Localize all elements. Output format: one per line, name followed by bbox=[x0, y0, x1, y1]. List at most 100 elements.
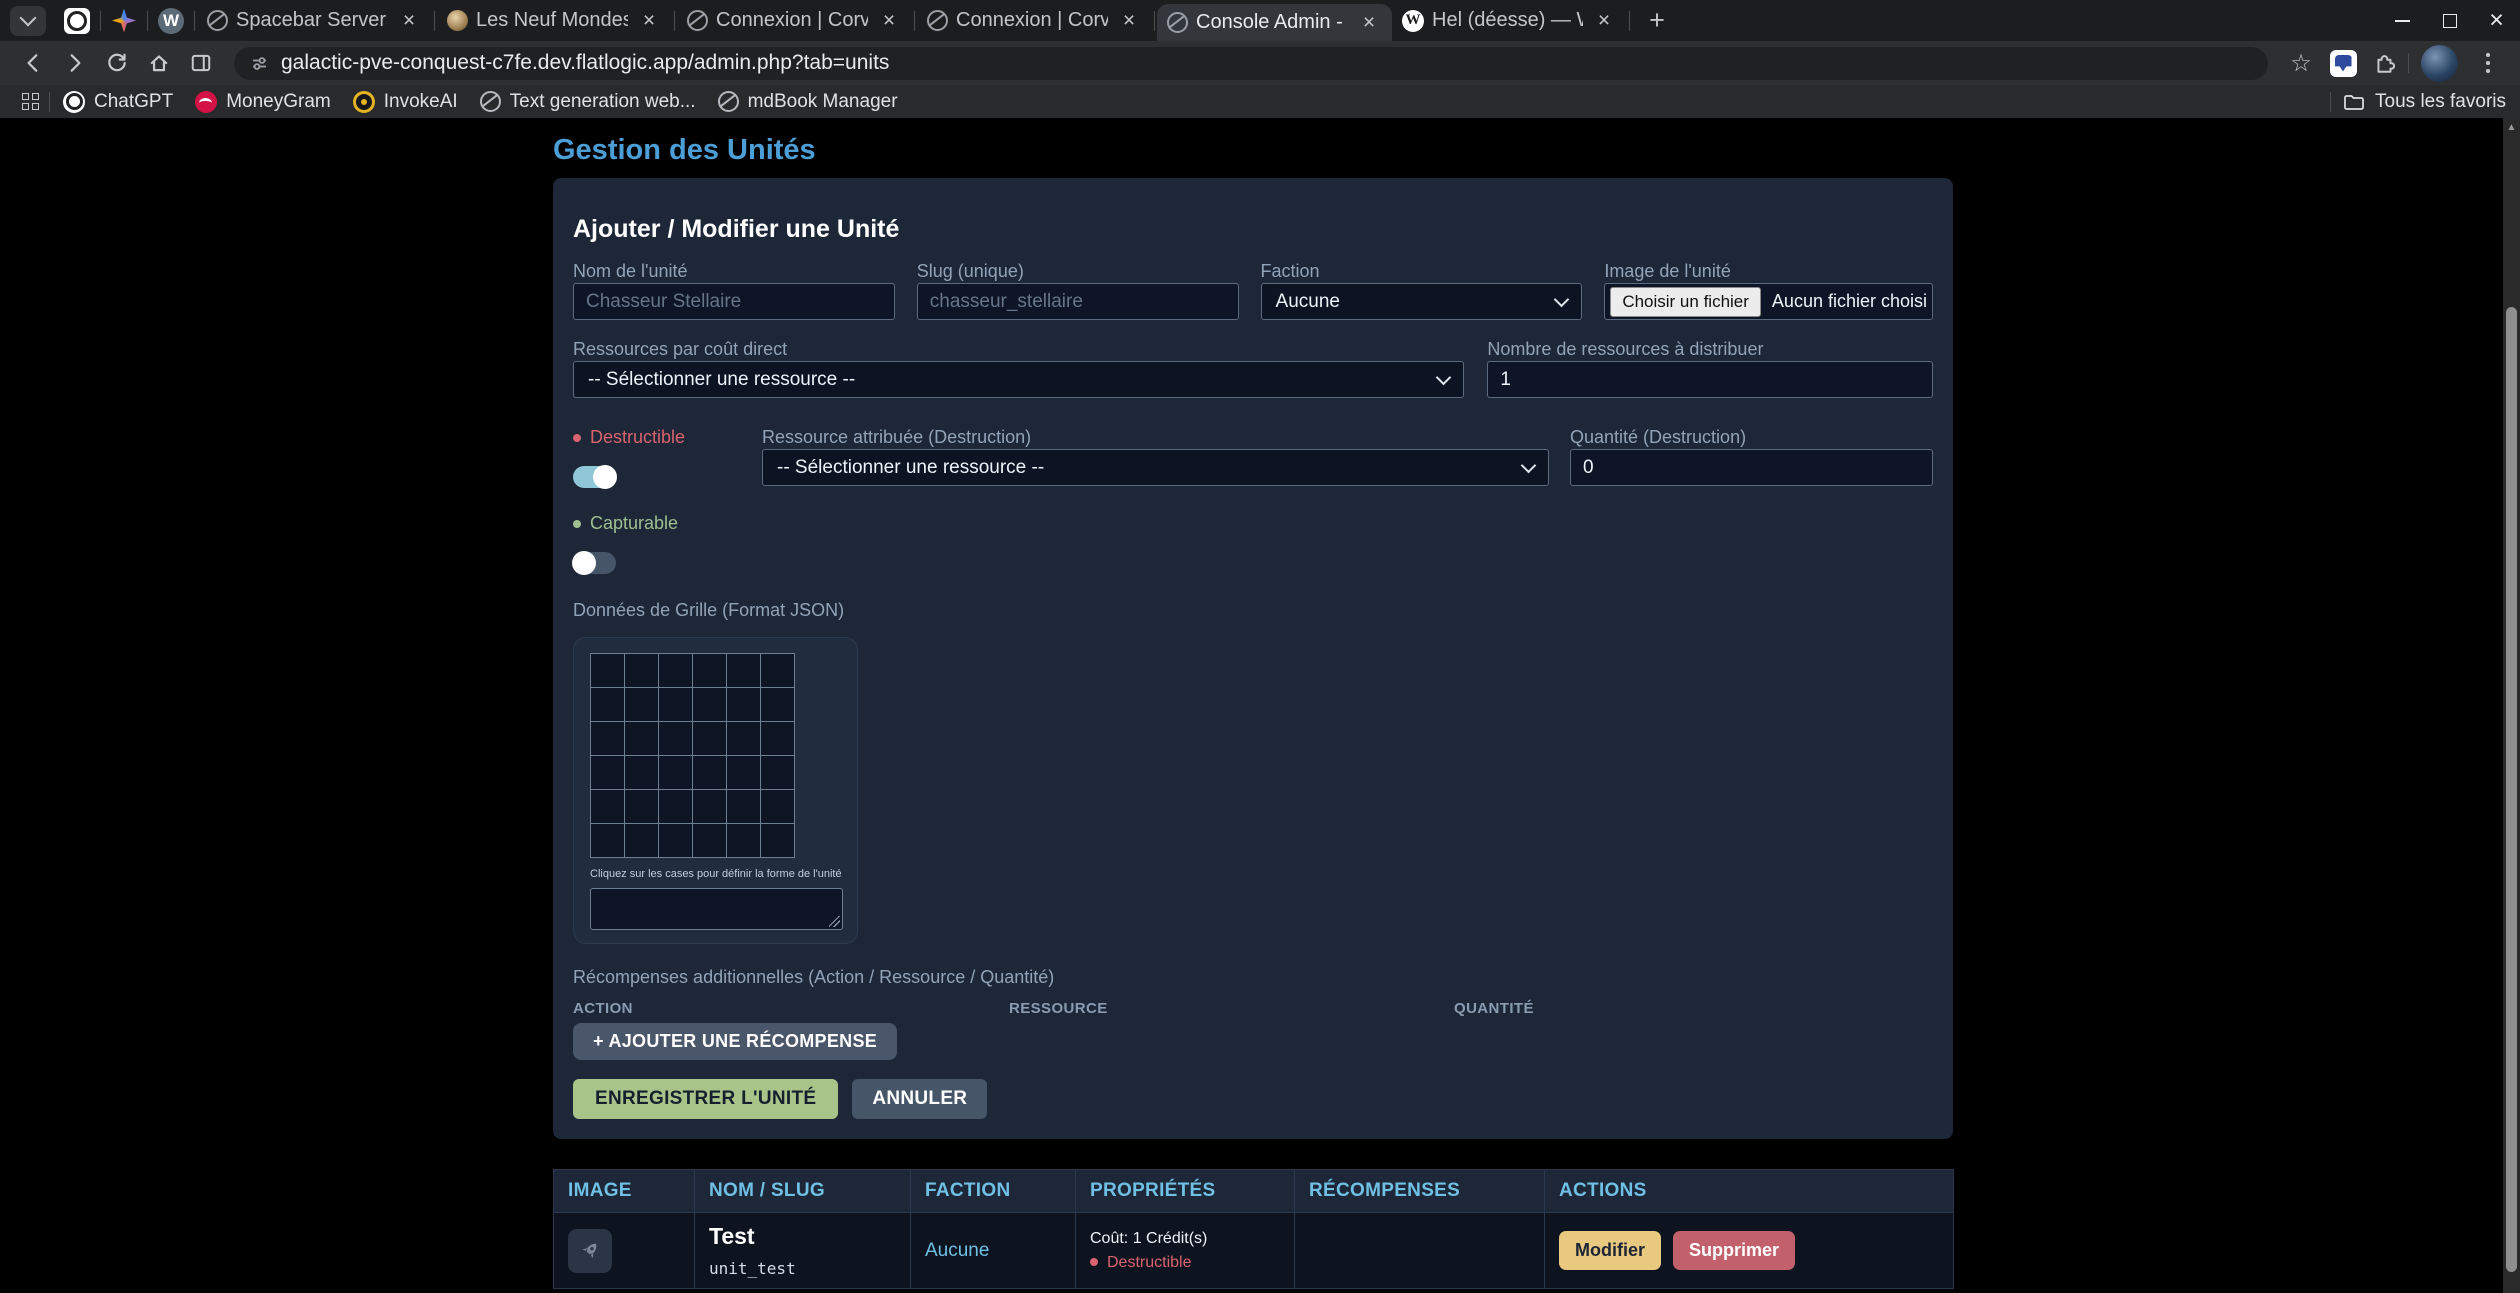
grid-cell[interactable] bbox=[625, 722, 659, 756]
bookmark-moneygram[interactable]: MoneyGram bbox=[184, 91, 342, 113]
scrollbar-thumb[interactable] bbox=[2506, 307, 2517, 1272]
grid-cell[interactable] bbox=[625, 688, 659, 722]
grid-cell[interactable] bbox=[693, 756, 727, 790]
tab-neuf-mondes[interactable]: Les Neuf Mondes de la Mytholo × bbox=[437, 0, 672, 41]
grid-cell[interactable] bbox=[727, 688, 761, 722]
cost-count-input[interactable] bbox=[1487, 361, 1933, 398]
maximize-button[interactable] bbox=[2426, 0, 2473, 41]
destructible-toggle[interactable] bbox=[573, 466, 616, 488]
close-icon[interactable]: × bbox=[396, 8, 422, 34]
back-button[interactable] bbox=[12, 44, 54, 82]
grid-cell[interactable] bbox=[591, 756, 625, 790]
grid-cell[interactable] bbox=[761, 790, 795, 824]
grid-cell[interactable] bbox=[659, 790, 693, 824]
all-bookmarks[interactable]: Tous les favoris bbox=[2328, 91, 2506, 113]
grid-cell[interactable] bbox=[659, 824, 693, 858]
grid-cell[interactable] bbox=[727, 824, 761, 858]
grid-cell[interactable] bbox=[761, 688, 795, 722]
tab-connexion-corvara-2[interactable]: Connexion | Corvara × bbox=[917, 0, 1152, 41]
grid-cell[interactable] bbox=[761, 654, 795, 688]
capturable-toggle[interactable] bbox=[573, 552, 616, 574]
grid-cell[interactable] bbox=[591, 688, 625, 722]
url-text[interactable]: galactic-pve-conquest-c7fe.dev.flatlogic… bbox=[281, 51, 889, 75]
grid-cell[interactable] bbox=[693, 824, 727, 858]
grid-cell[interactable] bbox=[761, 756, 795, 790]
cost-resource-select[interactable]: -- Sélectionner une ressource -- bbox=[573, 361, 1464, 398]
bookmark-star-button[interactable]: ☆ bbox=[2280, 44, 2322, 82]
grid-cell[interactable] bbox=[625, 790, 659, 824]
save-unit-button[interactable]: ENREGISTRER L'UNITÉ bbox=[573, 1079, 838, 1119]
pinned-tab-gemini[interactable] bbox=[109, 6, 139, 36]
grid-cell[interactable] bbox=[625, 756, 659, 790]
site-info-icon[interactable] bbox=[250, 54, 269, 73]
bookmark-chatgpt[interactable]: ChatGPT bbox=[52, 91, 184, 113]
tab-hel-wikipedia[interactable]: W Hel (déesse) — Wikipédia × bbox=[1392, 0, 1627, 41]
tab-search-button[interactable] bbox=[10, 6, 46, 36]
side-panel-button[interactable] bbox=[180, 44, 222, 82]
grid-cell[interactable] bbox=[591, 790, 625, 824]
grid-cell[interactable] bbox=[727, 722, 761, 756]
reload-button[interactable] bbox=[96, 44, 138, 82]
grid-json-textarea[interactable] bbox=[590, 888, 843, 930]
close-icon[interactable]: × bbox=[1116, 8, 1142, 34]
grid-cell[interactable] bbox=[693, 688, 727, 722]
pinned-tab-wordpress[interactable]: W bbox=[156, 6, 186, 36]
new-tab-button[interactable]: + bbox=[1640, 4, 1674, 38]
resize-grip-icon[interactable] bbox=[829, 916, 840, 927]
close-icon[interactable]: × bbox=[636, 8, 662, 34]
browser-menu-button[interactable] bbox=[2468, 53, 2508, 73]
edit-unit-button[interactable]: Modifier bbox=[1559, 1231, 1661, 1270]
extensions-button[interactable] bbox=[2364, 44, 2406, 82]
grid-cell[interactable] bbox=[727, 654, 761, 688]
grid-cell[interactable] bbox=[693, 722, 727, 756]
grid-cell[interactable] bbox=[727, 756, 761, 790]
add-reward-button[interactable]: + AJOUTER UNE RÉCOMPENSE bbox=[573, 1023, 897, 1060]
grid-cell[interactable] bbox=[693, 654, 727, 688]
grid-cell[interactable] bbox=[659, 654, 693, 688]
tab-spacebar-server[interactable]: Spacebar Server × bbox=[197, 0, 432, 41]
field-destructible: Destructible bbox=[573, 427, 741, 488]
cancel-button[interactable]: ANNULER bbox=[852, 1079, 987, 1119]
close-icon[interactable]: × bbox=[876, 8, 902, 34]
grid-cell[interactable] bbox=[761, 722, 795, 756]
grid-cell[interactable] bbox=[693, 790, 727, 824]
unit-name-input[interactable] bbox=[573, 283, 895, 320]
tab-console-admin-nexus[interactable]: Console Admin - Nexus × bbox=[1157, 4, 1392, 41]
address-bar[interactable]: galactic-pve-conquest-c7fe.dev.flatlogic… bbox=[234, 47, 2268, 80]
grid-cell[interactable] bbox=[625, 824, 659, 858]
minimize-icon bbox=[2395, 20, 2410, 22]
grid-cell[interactable] bbox=[659, 756, 693, 790]
grid-cell[interactable] bbox=[659, 722, 693, 756]
grid-cell[interactable] bbox=[591, 654, 625, 688]
toolbar-right: ☆ bbox=[2280, 44, 2508, 82]
grid-cell[interactable] bbox=[761, 824, 795, 858]
faction-select[interactable]: Aucune bbox=[1261, 283, 1583, 320]
profile-avatar[interactable] bbox=[2421, 45, 2458, 82]
apps-grid-icon[interactable] bbox=[22, 93, 39, 110]
bookmark-invokeai[interactable]: InvokeAI bbox=[342, 91, 469, 113]
grid-cell[interactable] bbox=[659, 688, 693, 722]
delete-unit-button[interactable]: Supprimer bbox=[1673, 1231, 1795, 1270]
scroll-up-icon[interactable]: ▲ bbox=[2503, 122, 2520, 133]
choose-file-button[interactable]: Choisir un fichier bbox=[1610, 287, 1761, 317]
forward-button[interactable] bbox=[54, 44, 96, 82]
bookmark-mdbook-manager[interactable]: mdBook Manager bbox=[707, 91, 909, 113]
slug-input[interactable] bbox=[917, 283, 1239, 320]
destruct-resource-select[interactable]: -- Sélectionner une ressource -- bbox=[762, 449, 1549, 486]
close-window-button[interactable]: × bbox=[2473, 0, 2520, 41]
page-scrollbar[interactable]: ▲ bbox=[2503, 118, 2520, 1293]
bookmark-text-generation[interactable]: Text generation web... bbox=[469, 91, 707, 113]
tab-connexion-corvara-1[interactable]: Connexion | Corvara × bbox=[677, 0, 912, 41]
grid-cell[interactable] bbox=[591, 824, 625, 858]
destruct-qty-input[interactable] bbox=[1570, 449, 1933, 486]
pinned-tab-chatgpt[interactable] bbox=[62, 6, 92, 36]
grid-cell[interactable] bbox=[727, 790, 761, 824]
grid-cell[interactable] bbox=[591, 722, 625, 756]
home-button[interactable] bbox=[138, 44, 180, 82]
close-icon[interactable]: × bbox=[1356, 10, 1382, 36]
extension-shortcut-button[interactable] bbox=[2322, 44, 2364, 82]
grid-cell[interactable] bbox=[625, 654, 659, 688]
close-icon[interactable]: × bbox=[1591, 8, 1617, 34]
minimize-button[interactable] bbox=[2379, 0, 2426, 41]
image-file-input[interactable]: Choisir un fichier Aucun fichier choisi bbox=[1604, 283, 1933, 320]
